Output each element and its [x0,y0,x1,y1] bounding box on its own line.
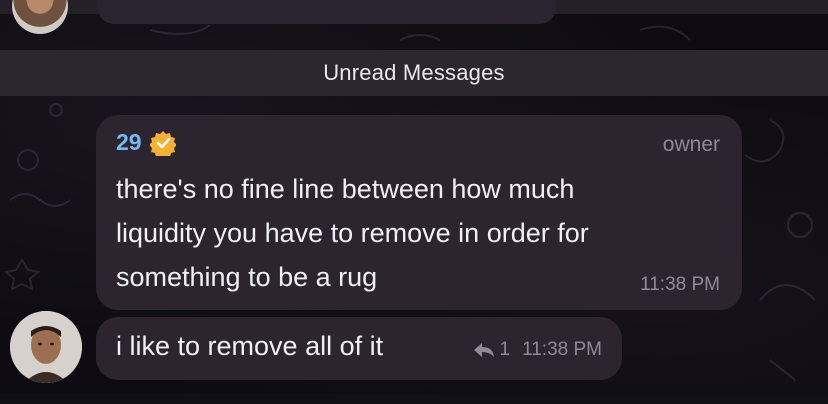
reply-count[interactable]: 1 [500,339,511,361]
sender-name[interactable]: 29 [116,129,142,156]
message-text: there's no fine line between how much li… [116,167,716,299]
sender-row: 29 [116,129,176,156]
chat-screen: Unread Messages 29 owner there's no fine… [0,0,828,404]
message-line: liquidity you have to remove in order fo… [116,218,589,248]
reply-timestamp: 11:38 PM [522,339,602,360]
bottom-strip [0,394,828,404]
message-timestamp: 11:38 PM [640,274,720,295]
reply-arrow-icon[interactable] [472,341,496,359]
reply-message-text: i like to remove all of it [116,331,384,361]
message-bubble[interactable]: 29 owner there's no fine line between ho… [96,115,742,310]
unread-messages-label: Unread Messages [323,60,505,85]
unread-messages-divider: Unread Messages [0,50,828,96]
sender-role-badge: owner [662,133,720,156]
verified-badge-icon [149,130,176,156]
reply-meta: 1 11:38 PM [472,339,602,361]
message-line: something to be a rug [116,262,378,292]
avatar-portrait [10,311,82,383]
reply-sender-avatar[interactable] [10,311,82,383]
reply-message-bubble[interactable]: i like to remove all of it 1 11:38 PM [96,317,622,380]
previous-message-bubble[interactable] [98,0,556,24]
message-line: there's no fine line between how much [116,174,575,204]
